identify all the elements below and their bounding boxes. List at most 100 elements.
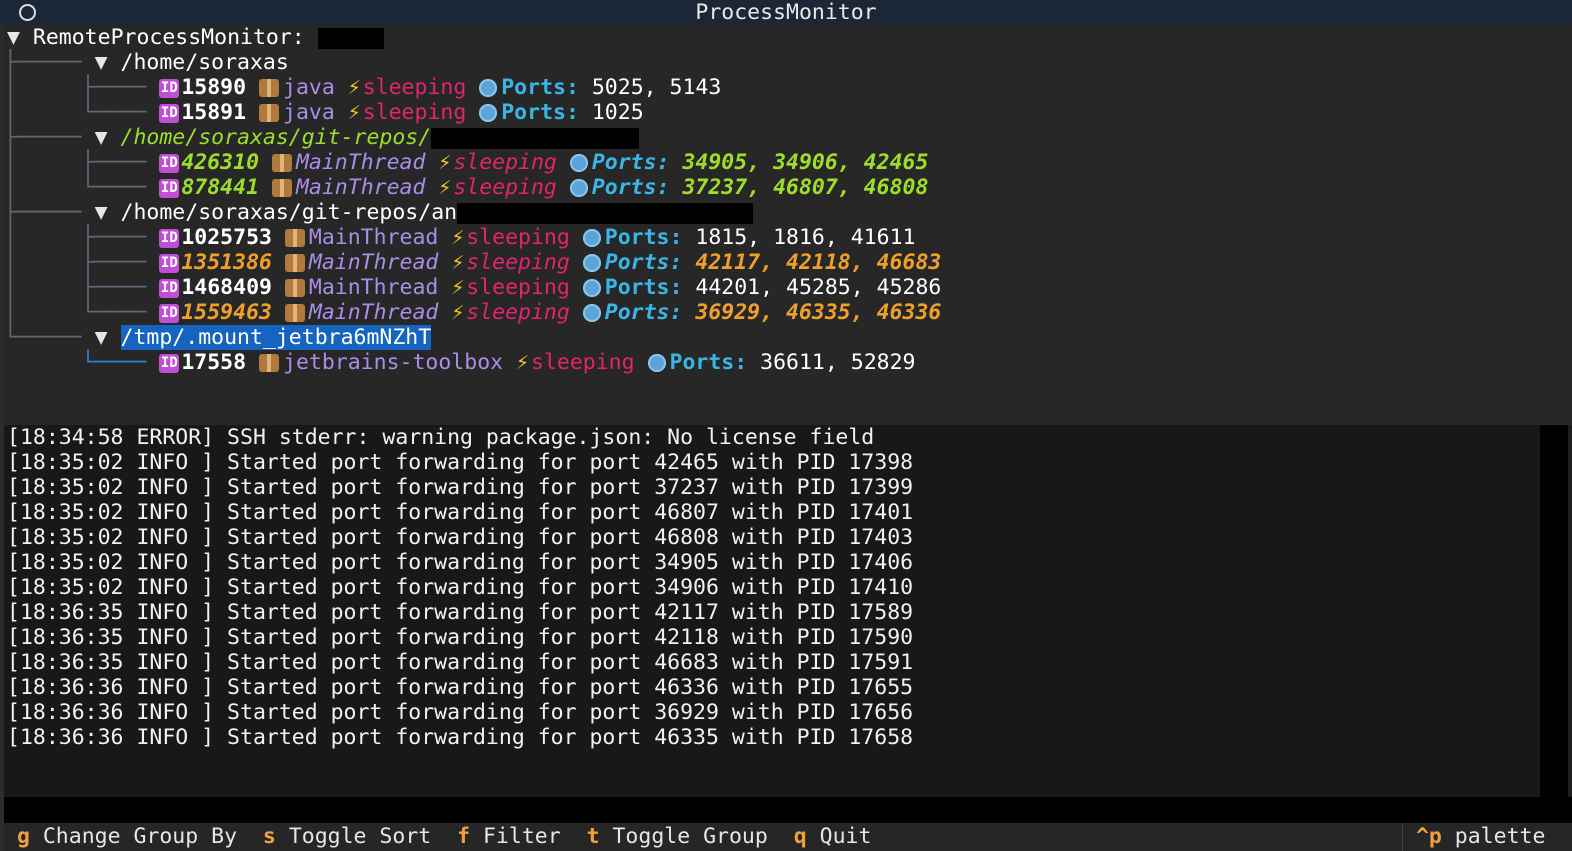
- process-row[interactable]: │ └──── ID 15891 java ⚡sleeping Ports: 10…: [4, 100, 644, 125]
- binding-change-group-by[interactable]: Change Group By: [43, 824, 237, 849]
- group-path-selected[interactable]: /tmp/.mount_jetbra6mNZhT: [120, 325, 432, 350]
- collapse-arrow-icon[interactable]: ▼: [95, 325, 108, 350]
- ports-label: Ports:: [501, 75, 579, 100]
- log-line: [18:36:36 INFO ] Started port forwarding…: [7, 725, 914, 750]
- process-ports: 36611, 52829: [760, 350, 916, 375]
- key-t[interactable]: t: [587, 824, 600, 849]
- log-line: [18:34:58 ERROR] SSH stderr: warning pac…: [7, 425, 875, 450]
- process-name: MainThread: [295, 175, 426, 200]
- group-row-home-soraxas[interactable]: ├───── ▼ /home/soraxas: [4, 50, 289, 75]
- log-line: [18:36:35 INFO ] Started port forwarding…: [7, 625, 914, 650]
- binding-filter[interactable]: Filter: [483, 824, 561, 849]
- process-row[interactable]: │ ├──── ID 1468409 MainThread ⚡sleeping P…: [4, 275, 941, 300]
- globe-icon: [582, 254, 601, 272]
- bolt-icon: ⚡: [347, 100, 361, 125]
- id-badge-icon: ID: [159, 153, 180, 173]
- log-line: [18:35:02 INFO ] Started port forwarding…: [7, 575, 914, 600]
- group-path: /home/soraxas: [120, 50, 289, 75]
- log-scrollbar[interactable]: [1540, 425, 1568, 797]
- binding-toggle-group[interactable]: Toggle Group: [612, 824, 767, 849]
- tree-root[interactable]: ▼ RemoteProcessMonitor:: [7, 25, 384, 50]
- process-ports: 44201, 45285, 45286: [695, 275, 942, 300]
- redacted-block: [431, 127, 640, 149]
- package-icon: [271, 154, 292, 172]
- key-g[interactable]: g: [17, 824, 30, 849]
- bolt-icon: ⚡: [451, 275, 465, 300]
- collapse-arrow-icon[interactable]: ▼: [95, 200, 108, 225]
- bolt-icon: ⚡: [451, 250, 465, 275]
- process-row[interactable]: │ └──── ID 878441 MainThread ⚡sleeping Po…: [4, 175, 928, 200]
- process-row[interactable]: └──── ID 17558 jetbrains-toolbox ⚡sleepin…: [4, 350, 916, 375]
- process-state: sleeping: [466, 300, 570, 325]
- ports-label: Ports:: [591, 150, 670, 175]
- process-state: sleeping: [466, 250, 570, 275]
- process-row[interactable]: │ ├──── ID 15890 java ⚡sleeping Ports: 50…: [4, 75, 721, 100]
- title-bar: ProcessMonitor: [0, 0, 1572, 25]
- redacted-block: [457, 202, 754, 224]
- binding-quit[interactable]: Quit: [820, 824, 872, 849]
- binding-toggle-sort[interactable]: Toggle Sort: [289, 824, 431, 849]
- palette-label[interactable]: palette: [1455, 824, 1546, 849]
- command-palette-binding[interactable]: ^p palette: [1402, 823, 1572, 851]
- package-icon: [259, 354, 280, 372]
- log-line: [18:35:02 INFO ] Started port forwarding…: [7, 550, 914, 575]
- process-ports: 37237, 46807, 46808: [682, 175, 929, 200]
- id-badge-icon: ID: [159, 303, 180, 323]
- process-name: jetbrains-toolbox: [283, 350, 504, 375]
- process-pid: 15891: [181, 100, 247, 125]
- process-pid: 878441: [181, 175, 260, 200]
- process-tree[interactable]: ▼ RemoteProcessMonitor: ├───── ▼ /home/s…: [4, 25, 1572, 425]
- collapse-arrow-icon[interactable]: ▼: [95, 125, 108, 150]
- group-row-git-repos[interactable]: ├───── ▼ /home/soraxas/git-repos/: [4, 125, 640, 150]
- group-row-git-repos-an[interactable]: ├───── ▼ /home/soraxas/git-repos/an: [4, 200, 754, 225]
- globe-icon: [582, 304, 601, 322]
- divider: [4, 797, 1572, 823]
- group-path: /home/soraxas/git-repos/: [120, 125, 432, 150]
- log-panel[interactable]: [18:34:58 ERROR] SSH stderr: warning pac…: [4, 425, 1540, 797]
- bolt-icon: ⚡: [516, 350, 529, 375]
- key-ctrl-p[interactable]: ^p: [1416, 824, 1442, 849]
- log-line: [18:36:35 INFO ] Started port forwarding…: [7, 600, 914, 625]
- collapse-arrow-icon[interactable]: ▼: [95, 50, 108, 75]
- process-pid: 1351386: [181, 250, 272, 275]
- id-badge-icon: ID: [159, 78, 180, 98]
- key-s[interactable]: s: [263, 824, 276, 849]
- package-icon: [259, 104, 280, 122]
- process-ports: 42117, 42118, 46683: [695, 250, 942, 275]
- process-pid: 426310: [181, 150, 260, 175]
- globe-icon: [569, 154, 588, 172]
- process-row[interactable]: │ ├──── ID 1025753 MainThread ⚡sleeping P…: [4, 225, 915, 250]
- ports-label: Ports:: [604, 300, 683, 325]
- log-line: [18:35:02 INFO ] Started port forwarding…: [7, 500, 914, 525]
- package-icon: [284, 254, 305, 272]
- bolt-icon: ⚡: [451, 300, 465, 325]
- process-row[interactable]: │ └──── ID 1559463 MainThread ⚡sleeping P…: [4, 300, 941, 325]
- process-row[interactable]: │ ├──── ID 1351386 MainThread ⚡sleeping P…: [4, 250, 941, 275]
- footer-keybindings: g Change Group By s Toggle Sort f Filter…: [4, 823, 1572, 851]
- process-ports: 1815, 1816, 41611: [695, 225, 916, 250]
- process-ports: 5025, 5143: [591, 75, 722, 100]
- process-ports: 1025: [591, 100, 644, 125]
- process-row[interactable]: │ ├──── ID 426310 MainThread ⚡sleeping Po…: [4, 150, 928, 175]
- log-line: [18:35:02 INFO ] Started port forwarding…: [7, 475, 914, 500]
- group-path: /home/soraxas/git-repos/an: [120, 200, 458, 225]
- bolt-icon: ⚡: [347, 75, 361, 100]
- log-line: [18:36:36 INFO ] Started port forwarding…: [7, 675, 914, 700]
- process-ports: 34905, 34906, 42465: [682, 150, 929, 175]
- id-badge-icon: ID: [159, 228, 180, 248]
- key-q[interactable]: q: [794, 824, 807, 849]
- key-f[interactable]: f: [457, 824, 470, 849]
- globe-icon: [479, 104, 498, 122]
- ports-label: Ports:: [591, 175, 670, 200]
- group-row-tmp-mount[interactable]: └───── ▼ /tmp/.mount_jetbra6mNZhT: [4, 325, 432, 350]
- bolt-icon: ⚡: [438, 175, 452, 200]
- id-badge-icon: ID: [159, 353, 180, 373]
- package-icon: [284, 304, 305, 322]
- package-icon: [284, 229, 305, 247]
- process-name: MainThread: [295, 150, 426, 175]
- collapse-arrow-icon[interactable]: ▼: [7, 25, 20, 50]
- process-ports: 36929, 46335, 46336: [695, 300, 942, 325]
- process-state: sleeping: [466, 275, 570, 300]
- process-state: sleeping: [362, 75, 467, 100]
- log-line: [18:35:02 INFO ] Started port forwarding…: [7, 450, 914, 475]
